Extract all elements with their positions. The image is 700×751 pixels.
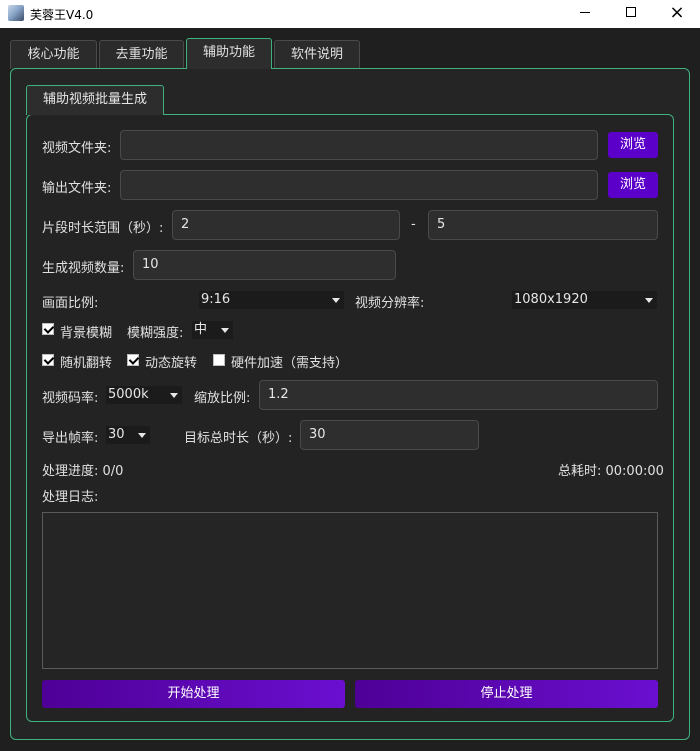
- tab-help[interactable]: 软件说明: [274, 40, 360, 69]
- total-duration-label: 目标总时长（秒）:: [184, 431, 293, 446]
- random-flip-label: 随机翻转: [60, 356, 113, 371]
- subtab-batch-generate[interactable]: 辅助视频批量生成: [26, 85, 164, 115]
- close-icon: ×: [669, 2, 685, 23]
- bitrate-select[interactable]: 5000k: [106, 386, 182, 404]
- blur-strength-select[interactable]: 中: [192, 321, 233, 339]
- segment-max-input[interactable]: 5: [428, 210, 658, 240]
- bitrate-label: 视频码率:: [42, 391, 99, 406]
- window-title: 芙蓉王V4.0: [30, 8, 94, 22]
- tab-auxiliary[interactable]: 辅助功能: [186, 38, 272, 69]
- resolution-label: 视频分辨率:: [355, 296, 425, 311]
- blur-strength-label: 模糊强度:: [127, 326, 184, 341]
- chevron-down-icon: [138, 433, 146, 438]
- blur-bg-label: 背景模糊: [60, 326, 113, 341]
- aspect-ratio-label: 画面比例:: [42, 296, 99, 311]
- chevron-down-icon: [221, 328, 229, 333]
- video-folder-browse-button[interactable]: 浏览: [608, 132, 658, 158]
- video-folder-input[interactable]: [120, 130, 598, 160]
- video-folder-label: 视频文件夹:: [42, 141, 112, 156]
- minimize-button[interactable]: [562, 0, 608, 28]
- segment-range-label: 片段时长范围（秒）:: [42, 221, 164, 236]
- aspect-ratio-value: 9:16: [201, 292, 231, 307]
- resolution-value: 1080x1920: [514, 292, 588, 307]
- bitrate-value: 5000k: [108, 387, 149, 402]
- output-folder-label: 输出文件夹:: [42, 181, 112, 196]
- video-count-label: 生成视频数量:: [42, 261, 125, 276]
- total-duration-input[interactable]: 30: [300, 420, 479, 450]
- output-folder-browse-button[interactable]: 浏览: [608, 172, 658, 198]
- dynamic-rotate-label: 动态旋转: [145, 356, 198, 371]
- random-flip-checkbox[interactable]: [42, 354, 54, 366]
- hw-accel-label: 硬件加速（需支持）: [231, 356, 349, 371]
- start-button[interactable]: 开始处理: [42, 680, 345, 708]
- segment-min-input[interactable]: 2: [172, 210, 400, 240]
- scale-label: 缩放比例:: [194, 391, 251, 406]
- log-label: 处理日志:: [42, 490, 99, 505]
- chevron-down-icon: [645, 298, 653, 303]
- fps-select[interactable]: 30: [106, 426, 150, 444]
- app-icon: [8, 5, 24, 21]
- blur-bg-checkbox[interactable]: [42, 323, 54, 335]
- resolution-select[interactable]: 1080x1920: [512, 291, 657, 309]
- dynamic-rotate-checkbox[interactable]: [127, 354, 139, 366]
- fps-value: 30: [108, 427, 125, 442]
- stop-button[interactable]: 停止处理: [355, 680, 658, 708]
- fps-label: 导出帧率:: [42, 431, 99, 446]
- segment-range-dash: -: [411, 217, 416, 232]
- close-button[interactable]: ×: [654, 0, 700, 28]
- chevron-down-icon: [332, 298, 340, 303]
- minimize-icon: [580, 11, 590, 13]
- tab-dedup[interactable]: 去重功能: [99, 40, 184, 69]
- chevron-down-icon: [170, 393, 178, 398]
- tab-core[interactable]: 核心功能: [10, 40, 97, 69]
- progress-text: 处理进度: 0/0: [42, 464, 124, 479]
- title-bar: 芙蓉王V4.0 ×: [0, 0, 700, 28]
- log-textarea[interactable]: [42, 512, 658, 669]
- video-count-input[interactable]: 10: [133, 250, 396, 280]
- output-folder-input[interactable]: [120, 170, 598, 200]
- scale-input[interactable]: 1.2: [259, 380, 658, 410]
- maximize-button[interactable]: [608, 0, 654, 28]
- aspect-ratio-select[interactable]: 9:16: [199, 291, 344, 309]
- elapsed-text: 总耗时: 00:00:00: [558, 464, 664, 479]
- hw-accel-checkbox[interactable]: [213, 354, 225, 366]
- blur-strength-value: 中: [194, 322, 208, 337]
- maximize-icon: [626, 6, 636, 17]
